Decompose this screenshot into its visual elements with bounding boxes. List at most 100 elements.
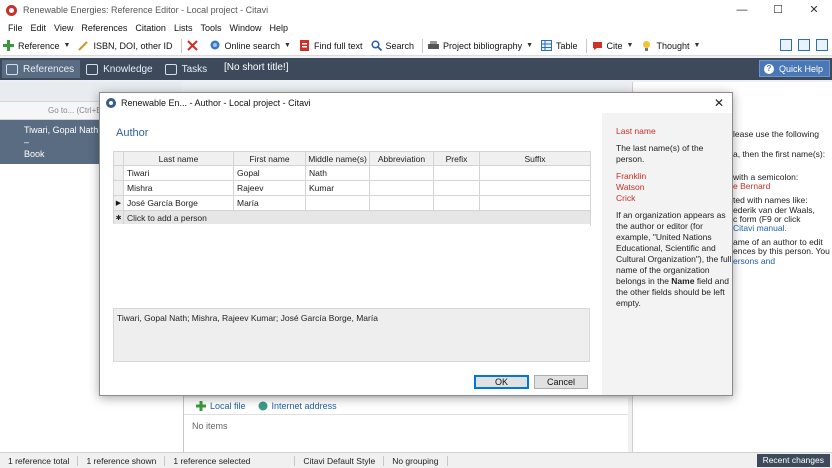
row-header[interactable]: [113, 180, 124, 196]
layout-center-icon[interactable]: [798, 39, 810, 51]
online-search-button[interactable]: Online search ▼: [210, 40, 291, 51]
cell-last-name[interactable]: Tiwari: [123, 165, 234, 181]
globe-icon: [258, 401, 268, 411]
chevron-down-icon[interactable]: ▼: [526, 42, 533, 49]
column-abbreviation[interactable]: Abbreviation: [369, 151, 434, 166]
cell-abbreviation[interactable]: [369, 180, 434, 196]
maximize-button[interactable]: ☐: [760, 0, 796, 20]
chevron-down-icon[interactable]: ▼: [64, 42, 71, 49]
tab-tasks[interactable]: Tasks: [161, 60, 214, 78]
close-window-button[interactable]: ✕: [796, 0, 832, 20]
short-title: [No short title!]: [224, 62, 289, 73]
menu-tools[interactable]: Tools: [196, 23, 225, 33]
table-label: Table: [556, 40, 578, 51]
recent-changes-button[interactable]: Recent changes: [756, 454, 830, 467]
dialog-title-bar: Renewable En... - Author - Local project…: [100, 93, 732, 113]
chevron-down-icon[interactable]: ▼: [284, 42, 291, 49]
cell-prefix[interactable]: [433, 195, 480, 211]
tab-references[interactable]: References: [2, 60, 81, 78]
help-example: Watson: [616, 182, 645, 192]
cell-prefix[interactable]: [433, 165, 480, 181]
cell-last-name[interactable]: Mishra: [123, 180, 234, 196]
window-title: Renewable Energies: Reference Editor - L…: [23, 5, 269, 15]
printer-icon: [428, 41, 440, 49]
current-row-indicator[interactable]: ▶: [113, 195, 124, 211]
menu-lists[interactable]: Lists: [170, 23, 197, 33]
table-row[interactable]: Tiwari Gopal Nath: [113, 165, 591, 181]
menu-help[interactable]: Help: [265, 23, 292, 33]
plus-icon: [3, 40, 14, 51]
column-first-name[interactable]: First name: [233, 151, 306, 166]
cell-middle-name[interactable]: Kumar: [305, 180, 370, 196]
delete-button[interactable]: [186, 40, 202, 51]
cell-suffix[interactable]: [479, 165, 591, 181]
grid-header-row: Last name First name Middle name(s) Abbr…: [113, 151, 591, 166]
reference-label: Reference: [18, 40, 60, 51]
menu-citation[interactable]: Citation: [131, 23, 170, 33]
menu-window[interactable]: Window: [225, 23, 265, 33]
layout-right-icon[interactable]: [816, 39, 828, 51]
delete-x-icon: [186, 40, 198, 51]
cell-middle-name[interactable]: Nath: [305, 165, 370, 181]
search-button[interactable]: Search: [370, 40, 414, 51]
help-body-bold: Name: [671, 276, 695, 286]
cell-first-name[interactable]: Rajeev: [233, 180, 306, 196]
status-citation-style[interactable]: Citavi Default Style: [295, 455, 385, 466]
row-header-corner: [113, 151, 124, 166]
globe-search-icon: [210, 40, 219, 50]
table-row[interactable]: Mishra Rajeev Kumar: [113, 180, 591, 196]
tab-knowledge[interactable]: Knowledge: [82, 60, 158, 78]
menu-view[interactable]: View: [50, 23, 77, 33]
cite-icon: [592, 42, 602, 50]
chevron-down-icon[interactable]: ▼: [627, 42, 634, 49]
ok-button[interactable]: OK: [474, 375, 529, 389]
table-row[interactable]: ▶ José García Borge María: [113, 195, 591, 211]
pdf-icon: [299, 40, 309, 51]
menu-file[interactable]: File: [4, 23, 27, 33]
cell-prefix[interactable]: [433, 180, 480, 196]
status-grouping[interactable]: No grouping: [384, 455, 448, 466]
cancel-button[interactable]: Cancel: [534, 375, 588, 389]
find-full-text-button[interactable]: Find full text: [299, 40, 363, 51]
cell-first-name[interactable]: María: [233, 195, 306, 211]
cell-suffix[interactable]: [479, 195, 591, 211]
author-dialog: Renewable En... - Author - Local project…: [99, 92, 733, 396]
internet-address-link[interactable]: Internet address: [258, 401, 337, 411]
status-shown: 1 reference shown: [78, 455, 166, 466]
cell-middle-name[interactable]: [305, 195, 370, 211]
cell-abbreviation[interactable]: [369, 165, 434, 181]
chevron-down-icon[interactable]: ▼: [694, 42, 701, 49]
cell-last-name[interactable]: José García Borge: [123, 195, 234, 211]
dialog-close-button[interactable]: ✕: [714, 96, 724, 110]
author-summary: Tiwari, Gopal Nath; Mishra, Rajeev Kumar…: [113, 308, 590, 362]
cell-suffix[interactable]: [479, 180, 591, 196]
layout-left-icon[interactable]: [780, 39, 792, 51]
local-file-link[interactable]: Local file: [196, 401, 246, 411]
column-last-name[interactable]: Last name: [123, 151, 234, 166]
thought-button[interactable]: Thought ▼: [641, 40, 700, 51]
minimize-button[interactable]: —: [724, 0, 760, 20]
isbn-button[interactable]: ISBN, DOI, other ID: [78, 40, 173, 51]
row-header[interactable]: [113, 165, 124, 181]
menu-edit[interactable]: Edit: [27, 23, 51, 33]
cite-button[interactable]: Cite ▼: [592, 40, 634, 51]
help-organization-note: If an organization appears as the author…: [616, 210, 732, 309]
add-reference-button[interactable]: Reference ▼: [3, 40, 70, 51]
menu-references[interactable]: References: [77, 23, 131, 33]
citavi-app-icon: [106, 98, 116, 108]
window-controls: — ☐ ✕: [724, 0, 832, 20]
cell-abbreviation[interactable]: [369, 195, 434, 211]
project-bibliography-button[interactable]: Project bibliography ▼: [428, 40, 533, 51]
column-prefix[interactable]: Prefix: [433, 151, 480, 166]
persons-link[interactable]: ersons and: [733, 256, 775, 267]
status-total: 1 reference total: [0, 455, 79, 466]
help-field-title: Last name: [616, 126, 656, 136]
quick-help-button[interactable]: ? Quick Help: [758, 60, 830, 77]
search-icon: [370, 40, 382, 51]
column-suffix[interactable]: Suffix: [479, 151, 591, 166]
citavi-manual-link[interactable]: Citavi manual.: [733, 223, 787, 234]
column-middle-names[interactable]: Middle name(s): [305, 151, 370, 166]
cell-first-name[interactable]: Gopal: [233, 165, 306, 181]
toolbar-divider: [585, 38, 587, 53]
table-view-button[interactable]: Table: [541, 40, 578, 51]
